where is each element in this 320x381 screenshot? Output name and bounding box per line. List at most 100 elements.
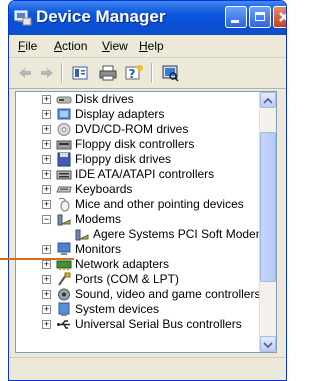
scan-hardware-icon[interactable] xyxy=(161,64,179,82)
menu-help[interactable]: Help xyxy=(139,39,164,53)
expand-icon[interactable]: + xyxy=(42,245,51,254)
tree-item-label: System devices xyxy=(75,302,160,316)
tree-item-label: Sound, video and game controllers xyxy=(75,287,261,301)
tree-item[interactable]: + Display adapters xyxy=(16,107,256,122)
collapse-icon[interactable]: − xyxy=(42,215,51,224)
tree-item[interactable]: Agere Systems PCI Soft Modem xyxy=(16,227,266,242)
tree-item-label: Monitors xyxy=(75,242,122,256)
minimize-button[interactable] xyxy=(225,6,247,28)
forward-arrow-icon[interactable] xyxy=(39,64,55,82)
tree-item[interactable]: + Monitors xyxy=(16,242,256,257)
expand-icon[interactable]: + xyxy=(42,290,51,299)
expand-icon[interactable]: + xyxy=(42,170,51,179)
tree-item[interactable]: + DVD/CD-ROM drives xyxy=(16,122,256,137)
chevron-up-icon xyxy=(263,97,273,104)
tree-item-label: Disk drives xyxy=(75,92,134,106)
window-title: Device Manager xyxy=(36,7,166,26)
cdrom-icon xyxy=(57,123,71,136)
tree-item-label: Floppy disk drives xyxy=(75,152,172,166)
expand-icon[interactable]: + xyxy=(42,260,51,269)
tree-item-label: Ports (COM & LPT) xyxy=(75,272,180,286)
expand-icon[interactable]: + xyxy=(42,275,51,284)
print-icon[interactable] xyxy=(99,64,117,82)
vertical-scrollbar[interactable] xyxy=(259,92,276,352)
maximize-icon xyxy=(255,12,265,21)
help-icon[interactable]: ? xyxy=(125,64,145,82)
menu-view-accel: V xyxy=(102,39,110,53)
toolbar-separator xyxy=(151,63,153,83)
menu-help-rest: elp xyxy=(147,39,164,53)
scroll-up-button[interactable] xyxy=(260,92,276,108)
expand-icon[interactable]: + xyxy=(42,320,51,329)
tree-item-label: Display adapters xyxy=(75,107,165,121)
callout-connector-line xyxy=(0,258,74,260)
display-adapter-icon xyxy=(57,108,71,120)
expand-icon[interactable]: + xyxy=(42,110,51,119)
back-arrow-icon[interactable] xyxy=(17,64,33,82)
keyboard-icon xyxy=(56,186,72,193)
menu-action[interactable]: Action xyxy=(54,39,87,53)
tree-item-label: Agere Systems PCI Soft Modem xyxy=(93,227,266,241)
tree-item[interactable]: + Mice and other pointing devices xyxy=(16,197,256,212)
scrollbar-thumb[interactable] xyxy=(260,132,276,282)
toolbar: ? xyxy=(9,58,286,89)
tree-item[interactable]: + Ports (COM & LPT) xyxy=(16,272,256,287)
expand-icon[interactable]: + xyxy=(42,185,51,194)
menu-view-rest: iew xyxy=(109,39,128,53)
expand-icon[interactable]: + xyxy=(42,140,51,149)
tree-item[interactable]: + Floppy disk drives xyxy=(16,152,256,167)
floppy-drive-icon xyxy=(57,152,71,167)
properties-icon[interactable] xyxy=(71,64,89,82)
mouse-icon xyxy=(58,197,70,212)
ide-controller-icon xyxy=(56,170,72,180)
menu-bar: File Action View Help xyxy=(9,35,286,58)
menu-file-rest: ile xyxy=(25,39,38,53)
scroll-down-button[interactable] xyxy=(260,336,276,352)
toolbar-separator xyxy=(61,63,63,83)
close-icon xyxy=(279,12,286,22)
tree-item[interactable]: + Disk drives xyxy=(16,92,256,107)
expand-icon[interactable]: + xyxy=(42,155,51,164)
title-bar[interactable]: Device Manager xyxy=(9,1,286,35)
expand-icon[interactable]: + xyxy=(42,95,51,104)
system-devices-icon xyxy=(58,302,70,316)
tree-item[interactable]: + Keyboards xyxy=(16,182,256,197)
device-tree[interactable]: + Disk drives + Display adapters + DVD/C… xyxy=(15,91,277,353)
menu-action-accel: A xyxy=(54,39,63,53)
device-manager-window: Device Manager File Action View Help ? +… xyxy=(8,0,287,381)
svg-text:?: ? xyxy=(129,67,136,81)
tree-item[interactable]: + System devices xyxy=(16,302,256,317)
tree-item-label: IDE ATA/ATAPI controllers xyxy=(75,167,215,181)
tree-item-label: Universal Serial Bus controllers xyxy=(75,317,242,331)
menu-help-accel: H xyxy=(139,39,148,53)
status-bar xyxy=(9,357,286,380)
menu-file[interactable]: File xyxy=(18,39,37,53)
tree-item[interactable]: + Floppy disk controllers xyxy=(16,137,256,152)
chevron-down-icon xyxy=(263,342,273,349)
modem-icon xyxy=(57,214,71,226)
device-manager-app-icon xyxy=(14,10,32,26)
sound-icon xyxy=(58,288,70,301)
disk-drive-icon xyxy=(56,96,72,104)
modem-device-icon xyxy=(75,229,89,241)
usb-icon xyxy=(57,320,70,329)
expand-icon[interactable]: + xyxy=(42,200,51,209)
port-icon xyxy=(58,272,71,286)
monitor-icon xyxy=(57,242,71,255)
tree-item[interactable]: − Modems xyxy=(16,212,256,227)
tree-item-label: DVD/CD-ROM drives xyxy=(75,122,189,136)
tree-item[interactable]: + Sound, video and game controllers xyxy=(16,287,260,302)
tree-item[interactable]: + IDE ATA/ATAPI controllers xyxy=(16,167,256,182)
expand-icon[interactable]: + xyxy=(42,305,51,314)
minimize-icon xyxy=(231,20,239,23)
tree-item-label: Mice and other pointing devices xyxy=(75,197,244,211)
close-button[interactable] xyxy=(273,6,286,28)
tree-item-label: Modems xyxy=(75,212,122,226)
menu-action-rest: ction xyxy=(62,39,88,53)
floppy-controller-icon xyxy=(56,140,72,150)
tree-item[interactable]: + Universal Serial Bus controllers xyxy=(16,317,256,332)
menu-view[interactable]: View xyxy=(102,39,128,53)
expand-icon[interactable]: + xyxy=(42,125,51,134)
tree-item-label: Floppy disk controllers xyxy=(75,137,195,151)
maximize-button[interactable] xyxy=(249,6,271,28)
